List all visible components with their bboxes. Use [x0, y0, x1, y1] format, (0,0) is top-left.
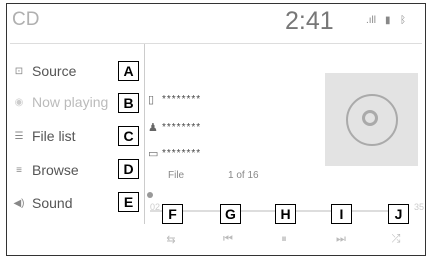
- callout-j: J: [388, 204, 409, 224]
- callout-g: G: [220, 204, 241, 224]
- disc-icon: [346, 94, 398, 146]
- remaining-time: 35: [414, 202, 425, 212]
- browse-icon: ≡: [16, 164, 22, 176]
- file-label: File: [168, 170, 185, 181]
- bluetooth-icon: ᛒ: [400, 15, 406, 26]
- callout-c: C: [118, 126, 139, 146]
- screen-title: CD: [12, 9, 40, 30]
- repeat-button[interactable]: ⇆: [157, 233, 185, 246]
- cd-audio-screen: CD 2:41 .ıll ▮ ᛒ ⊡ Source ◉ Now playing …: [0, 0, 431, 259]
- battery-icon: ▮: [385, 15, 391, 26]
- pause-button[interactable]: ⏸: [270, 233, 298, 246]
- callout-a: A: [118, 61, 139, 81]
- menu-item-label: File list: [32, 128, 76, 144]
- menu-item-label: Source: [32, 63, 77, 79]
- file-icon: ▯: [148, 93, 156, 106]
- callout-f: F: [162, 204, 183, 224]
- callout-i: I: [331, 204, 352, 224]
- track-file-row: ▯ ********: [148, 90, 201, 108]
- next-icon: ⏭: [336, 233, 346, 245]
- signal-icon: .ıll: [366, 15, 376, 26]
- shuffle-icon: ⤮: [391, 233, 401, 245]
- callout-h: H: [275, 204, 296, 224]
- source-icon: ⊡: [14, 65, 24, 77]
- callout-b: B: [118, 93, 139, 113]
- progress-knob[interactable]: [147, 192, 153, 198]
- track-artist: ********: [162, 121, 202, 133]
- track-artist-row: ♟ ********: [148, 118, 201, 136]
- menu-item-label: Sound: [32, 195, 73, 211]
- callout-e: E: [118, 192, 139, 212]
- track-file-name: ********: [162, 93, 202, 105]
- menu-item-label: Browse: [32, 162, 79, 178]
- track-folder: ********: [162, 147, 202, 159]
- file-position: 1 of 16: [228, 170, 259, 181]
- previous-button[interactable]: ⏮: [214, 233, 242, 246]
- person-icon: ♟: [148, 121, 159, 134]
- now-playing-icon: ◉: [14, 96, 24, 108]
- header-divider: [10, 43, 422, 44]
- shuffle-button[interactable]: ⤮: [382, 233, 410, 246]
- menu-item-label: Now playing: [32, 94, 109, 110]
- file-list-icon: ☰: [14, 130, 24, 142]
- clock: 2:41: [285, 7, 334, 35]
- repeat-icon: ⇆: [166, 234, 176, 246]
- previous-icon: ⏮: [223, 233, 233, 245]
- callout-d: D: [118, 159, 139, 179]
- album-artwork: [325, 73, 418, 166]
- folder-icon: ▭: [148, 147, 160, 160]
- next-button[interactable]: ⏭: [327, 233, 355, 246]
- track-folder-row: ▭ ********: [148, 144, 201, 162]
- sound-icon: ◀): [13, 197, 25, 209]
- pause-icon: ⏸: [281, 233, 287, 245]
- elapsed-time: 02: [150, 202, 161, 212]
- menu-divider: [144, 44, 145, 224]
